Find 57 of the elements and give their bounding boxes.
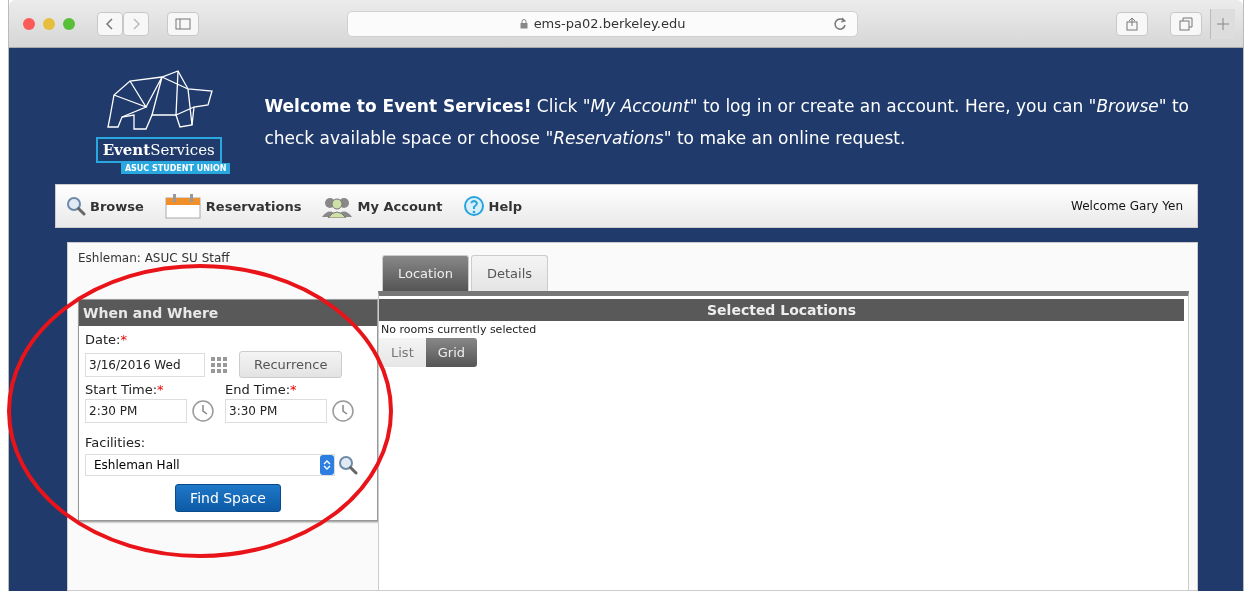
view-toggle-button[interactable]: List (379, 338, 426, 367)
clock-icon[interactable] (331, 399, 355, 423)
empty-message: No rooms currently selected (381, 323, 538, 336)
share-icon (1126, 16, 1138, 31)
updown-caret-icon (323, 459, 331, 471)
dropdown-value: Eshleman Hall (94, 458, 180, 472)
close-button[interactable] (23, 17, 35, 30)
chevron-right-icon (131, 17, 141, 30)
nav-link[interactable]: My Account (321, 194, 443, 218)
logo-wordmark: EventServices (95, 136, 222, 163)
start-time-field[interactable]: 2:30 PM (85, 399, 187, 423)
calendar-grid-icon[interactable] (211, 356, 227, 373)
forward-button[interactable] (123, 11, 149, 36)
field-label: Facilities: (85, 435, 146, 450)
recurrence-button[interactable]: Recurrence (239, 351, 343, 378)
field-label: End Time: (225, 382, 291, 397)
lock-icon (519, 18, 528, 29)
nav-link[interactable]: Reservations (163, 193, 302, 219)
panel-title: When and Where (79, 300, 377, 326)
user-group-label: Eshleman: ASUC SU Staff (78, 251, 231, 267)
address-bar[interactable]: ems-pa02.berkeley.edu (347, 10, 858, 37)
nav-link[interactable]: Browse (66, 196, 144, 216)
minimize-button[interactable] (43, 17, 55, 30)
field-label: Start Time: (85, 382, 158, 397)
field-label: Date: (85, 332, 121, 347)
tabs-button[interactable] (1170, 11, 1202, 36)
search-icon[interactable] (66, 196, 86, 216)
sidebar-icon (175, 17, 191, 30)
plus-icon (1217, 17, 1229, 30)
logo-tagline: ASUC STUDENT UNION (120, 162, 231, 174)
find-space-button[interactable]: Find Space (175, 484, 281, 512)
date-field[interactable]: 3/16/2016 Wed (85, 352, 205, 377)
required-marker: * (120, 332, 127, 347)
share-button[interactable] (1116, 11, 1148, 36)
required-marker: * (157, 382, 164, 397)
nav-link[interactable]: Help (462, 195, 522, 217)
search-icon[interactable] (338, 455, 358, 475)
clock-icon[interactable] (191, 399, 215, 423)
reload-icon[interactable] (833, 16, 847, 31)
tabs-icon (1179, 16, 1193, 31)
calendar-icon[interactable] (163, 193, 202, 219)
end-time-field[interactable]: 3:30 PM (225, 399, 327, 423)
chevron-left-icon (105, 17, 115, 30)
new-tab-button[interactable] (1210, 8, 1235, 39)
facilities-dropdown[interactable]: Eshleman Hall (85, 454, 335, 476)
tab[interactable]: Location (382, 255, 469, 291)
sidebar-button[interactable] (167, 11, 199, 36)
back-button[interactable] (97, 11, 123, 36)
tab[interactable]: Details (471, 255, 549, 291)
view-toggle-button[interactable]: Grid (425, 338, 478, 367)
required-marker: * (290, 382, 297, 397)
help-icon[interactable] (462, 195, 485, 217)
panel-title: Selected Locations (379, 299, 1184, 321)
welcome-message: Welcome to Event Services! Click "My Account" to log in or create an account. Here, you can "Browse" to check available space or choose "Reservations" to make an online request. (264, 95, 1190, 150)
url-text: ems-pa02.berkeley.edu (533, 16, 686, 31)
user-greeting: Welcome Gary Yen (1071, 199, 1183, 213)
maximize-button[interactable] (63, 17, 75, 30)
